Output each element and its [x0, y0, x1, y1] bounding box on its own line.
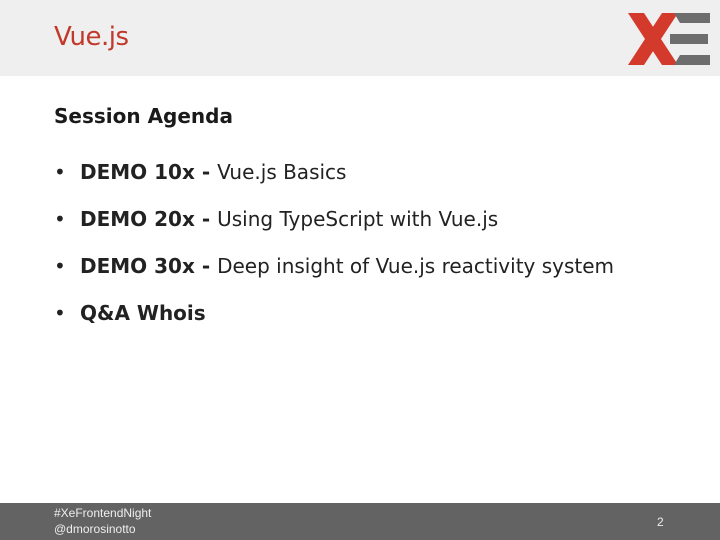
agenda-item-text: Deep insight of Vue.js reactivity system	[217, 254, 615, 278]
footer-hashtag: #XeFrontendNight	[54, 506, 152, 520]
agenda-item-label: DEMO 20x -	[80, 207, 218, 231]
agenda-item-label: DEMO 30x -	[80, 254, 218, 278]
agenda-list: • DEMO 10x - Vue.js Basics • DEMO 20x - Us…	[54, 158, 694, 346]
agenda-item: • Q&A Whois	[54, 299, 694, 346]
section-title: Session Agenda	[54, 104, 233, 128]
page-number: 2	[657, 515, 664, 529]
agenda-item: • DEMO 30x - Deep insight of Vue.js react…	[54, 252, 694, 299]
bullet: •	[54, 207, 66, 231]
slide-footer: #XeFrontendNight @dmorosinotto 2	[0, 503, 720, 540]
agenda-item-text: Using TypeScript with Vue.js	[217, 207, 499, 231]
agenda-item-text: Vue.js Basics	[217, 160, 347, 184]
logo-e-bottom	[674, 55, 710, 65]
slide-title: Vue.js	[54, 22, 129, 52]
logo-e-top	[674, 13, 710, 23]
logo-e-middle	[670, 34, 708, 44]
bullet: •	[54, 301, 66, 325]
bullet: •	[54, 160, 66, 184]
xe-logo-icon	[628, 13, 710, 65]
slide-header: Vue.js	[0, 0, 720, 76]
bullet: •	[54, 254, 66, 278]
agenda-item-label: DEMO 10x -	[80, 160, 218, 184]
agenda-item-label: Q&A Whois	[80, 301, 206, 325]
footer-handle: @dmorosinotto	[54, 522, 136, 536]
agenda-item: • DEMO 20x - Using TypeScript with Vue.js	[54, 205, 694, 252]
agenda-item: • DEMO 10x - Vue.js Basics	[54, 158, 694, 205]
